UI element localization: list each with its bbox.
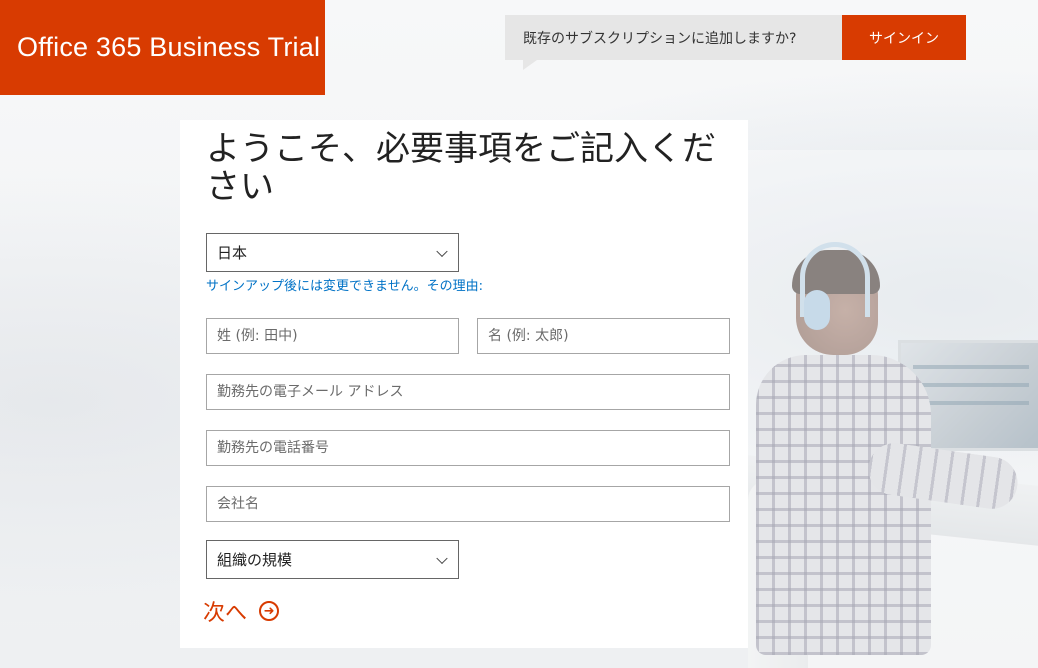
company-name-input[interactable] — [206, 486, 730, 522]
country-select-value: 日本 — [217, 244, 248, 262]
existing-subscription-text: 既存のサブスクリプションに追加しますか? — [523, 30, 797, 47]
signin-button[interactable]: サインイン — [842, 15, 966, 60]
photo-veil — [748, 150, 1038, 668]
first-name-input[interactable] — [477, 318, 730, 354]
next-button-label: 次へ — [203, 601, 248, 626]
last-name-input[interactable] — [206, 318, 459, 354]
org-size-select-value: 組織の規模 — [217, 551, 293, 569]
org-size-select[interactable]: 組織の規模 — [206, 540, 459, 579]
work-email-input[interactable] — [206, 374, 730, 410]
chevron-down-icon — [436, 245, 448, 257]
country-select[interactable]: 日本 — [206, 233, 459, 272]
country-change-note-link[interactable]: サインアップ後には変更できません。その理由: — [206, 275, 483, 294]
page-title: ようこそ、必要事項をご記入ください — [206, 129, 716, 207]
existing-subscription-callout: 既存のサブスクリプションに追加しますか? — [505, 15, 842, 70]
brand-title: Office 365 Business Trial — [0, 0, 325, 95]
background-photo — [748, 150, 1038, 668]
chevron-down-icon — [436, 552, 448, 564]
work-phone-input[interactable] — [206, 430, 730, 466]
arrow-circle-right-icon: ➜ — [259, 601, 280, 621]
next-button[interactable]: 次へ ➜ — [203, 595, 280, 627]
